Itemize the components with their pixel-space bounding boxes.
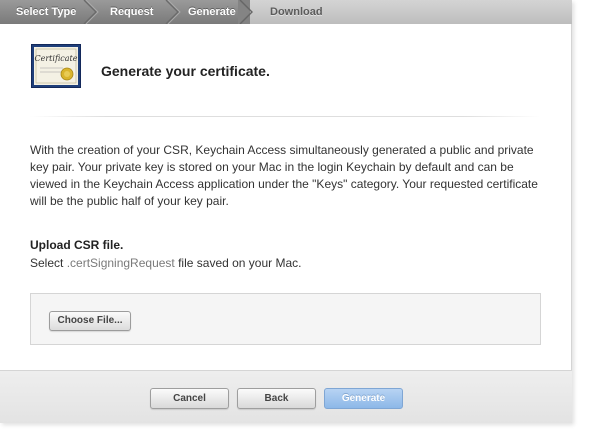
footer-bar: Cancel Back Generate [0,370,572,423]
breadcrumb-separator-icon [238,0,253,24]
generate-button[interactable]: Generate [324,388,403,409]
breadcrumb: Select Type Request Generate Download [0,0,572,24]
breadcrumb-separator-icon [83,0,99,24]
choose-file-button[interactable]: Choose File... [49,311,131,331]
file-upload-area: Choose File... [30,293,541,345]
upload-section-description: Select .certSigningRequest file saved on… [30,256,302,270]
breadcrumb-step-generate: Generate [188,6,236,18]
upload-desc-suffix: file saved on your Mac. [174,256,302,270]
page-title: Generate your certificate. [101,63,270,79]
breadcrumb-step-request: Request [110,6,154,18]
breadcrumb-step-download: Download [270,6,323,18]
instructions-paragraph: With the creation of your CSR, Keychain … [30,143,538,208]
back-button[interactable]: Back [237,388,316,409]
file-extension-text: .certSigningRequest [66,256,175,270]
breadcrumb-separator-icon [165,0,181,24]
certificate-icon: Certificate [31,44,81,88]
cancel-button[interactable]: Cancel [150,388,229,409]
assistant-window: Select Type Request Generate Download Ce… [0,0,572,423]
breadcrumb-step-select-type: Select Type [16,6,77,18]
upload-section-title: Upload CSR file. [30,238,124,252]
upload-desc-prefix: Select [30,256,67,270]
certificate-icon-text: Certificate [35,54,78,63]
section-divider [30,116,540,117]
